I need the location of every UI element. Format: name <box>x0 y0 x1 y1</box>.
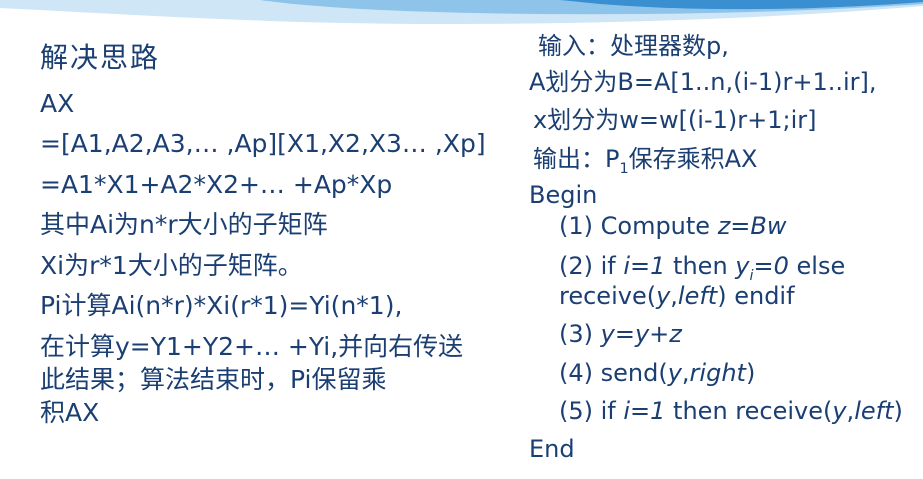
begin-keyword: Begin <box>529 181 598 209</box>
step-2-part: else <box>788 252 846 280</box>
text-line-7: 在计算y=Y1+Y2+… +Yi,并向右传送 <box>40 332 464 361</box>
text-line-2: =[A1,A2,A3,… ,Ap][X1,X2,X3… ,Xp] <box>40 129 486 158</box>
step-5-condition: i=1 <box>623 397 666 425</box>
partition-x-line: x划分为w=w[(i-1)r+1;ir] <box>533 106 817 134</box>
top-wave-decoration <box>0 0 923 25</box>
output-subscript: 1 <box>619 160 629 177</box>
step-1-prefix: (1) Compute <box>559 212 718 240</box>
step-3-prefix: (3) <box>559 320 601 348</box>
step-2-part: receive( <box>559 282 657 310</box>
step-2-part: then <box>665 252 736 280</box>
step-4-part: (4) send( <box>559 359 668 387</box>
step-3-formula: y=y+z <box>600 320 682 348</box>
step-5-part: (5) if <box>559 397 624 425</box>
output-suffix: 保存乘积AX <box>628 145 758 173</box>
step-5-part: then receive( <box>665 397 833 425</box>
step-2-condition: i=1 <box>623 252 666 280</box>
text-line-4: 其中Ai为n*r大小的子矩阵 <box>40 210 328 239</box>
step-5: (5) if i=1 then receive(y,left) <box>559 399 903 423</box>
step-2-var: y <box>735 252 750 280</box>
step-3: (3) y=y+z <box>559 322 682 346</box>
step-2-continued: receive(y,left) endif <box>559 284 795 308</box>
step-4-direction: right <box>689 359 746 387</box>
step-5-part: ) <box>893 397 903 425</box>
step-2-part: ) endif <box>717 282 795 310</box>
step-4-part: , <box>681 359 690 387</box>
step-2-direction: left <box>677 282 718 310</box>
step-2: (2) if i=1 then yi=0 else <box>559 254 845 283</box>
step-4: (4) send(y,right) <box>559 361 755 385</box>
step-4-var: y <box>667 359 682 387</box>
step-5-direction: left <box>854 397 894 425</box>
partition-a-line: A划分为B=A[1..n,(i-1)r+1..ir], <box>529 68 877 96</box>
section-title: 解决思路 <box>40 41 161 74</box>
step-2-part: , <box>670 282 678 310</box>
end-keyword: End <box>529 435 575 463</box>
text-line-9: 积AX <box>40 398 100 427</box>
input-line: 输入：处理器数p, <box>538 32 729 60</box>
step-2-value: =0 <box>753 252 789 280</box>
output-prefix: 输出：P <box>533 145 620 173</box>
text-line-6: Pi计算Ai(n*r)*Xi(r*1)=Yi(n*1), <box>40 291 403 320</box>
text-line-8: 此结果；算法结束时，Pi保留乘 <box>40 365 387 394</box>
step-1: (1) Compute z=Bw <box>559 214 787 238</box>
text-line-3: =A1*X1+A2*X2+… +Ap*Xp <box>40 170 393 199</box>
text-line-5: Xi为r*1大小的子矩阵。 <box>40 251 303 280</box>
step-2-part: (2) if <box>559 252 624 280</box>
step-2-var: y <box>656 282 671 310</box>
output-line: 输出：P1保存乘积AX <box>533 147 758 176</box>
step-5-var: y <box>832 397 847 425</box>
step-4-part: ) <box>745 359 756 387</box>
step-1-formula: z=Bw <box>717 212 787 240</box>
text-line-1: AX <box>40 89 75 118</box>
